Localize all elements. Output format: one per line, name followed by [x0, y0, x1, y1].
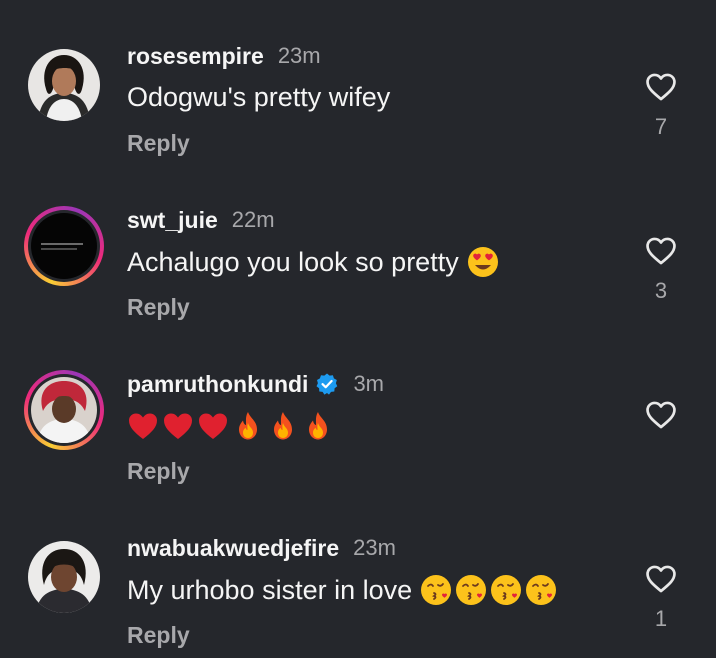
fire-emoji — [239, 412, 257, 440]
comment-text: Achalugo you look so pretty — [127, 246, 502, 278]
reply-button[interactable]: Reply — [127, 130, 190, 157]
fire-emoji — [274, 412, 292, 440]
kissing-heart-emoji — [456, 575, 487, 605]
red-heart-emoji — [199, 413, 227, 439]
verified-badge-icon — [316, 373, 338, 395]
comment-item: swt_juie 22m Achalugo you look so pretty… — [0, 204, 716, 354]
avatar-image — [28, 49, 100, 121]
like-area — [641, 398, 681, 478]
comment-item: pamruthonkundi 3m Reply — [0, 368, 716, 518]
comment-text: My urhobo sister in love — [127, 574, 560, 606]
comment-item: rosesempire 23m Odogwu's pretty wifey Re… — [0, 40, 716, 190]
reply-button[interactable]: Reply — [127, 622, 190, 649]
like-count: 7 — [654, 114, 668, 139]
avatar[interactable] — [24, 206, 104, 286]
avatar[interactable] — [24, 537, 104, 617]
avatar-image — [31, 377, 97, 443]
avatar-image — [28, 541, 100, 613]
heart-eyes-emoji — [467, 247, 498, 277]
avatar[interactable] — [24, 45, 104, 125]
username[interactable]: nwabuakwuedjefire — [127, 535, 339, 562]
comment-header: swt_juie 22m — [127, 204, 275, 236]
comment-item: nwabuakwuedjefire 23m My urhobo sister i… — [0, 532, 716, 658]
username[interactable]: rosesempire — [127, 43, 264, 70]
red-heart-emoji — [164, 413, 192, 439]
comment-text: Odogwu's pretty wifey — [127, 82, 390, 113]
fire-emoji — [309, 412, 327, 440]
comment-header: nwabuakwuedjefire 23m — [127, 532, 396, 564]
comment-list: rosesempire 23m Odogwu's pretty wifey Re… — [0, 0, 716, 658]
like-area: 7 — [641, 70, 681, 150]
like-area: 3 — [641, 234, 681, 314]
like-area: 1 — [641, 562, 681, 642]
avatar[interactable] — [24, 370, 104, 450]
timestamp: 23m — [353, 535, 396, 560]
avatar-image — [31, 213, 97, 279]
username[interactable]: swt_juie — [127, 207, 218, 234]
like-count: 3 — [654, 278, 668, 303]
comment-text-content: Achalugo you look so pretty — [127, 246, 459, 277]
heart-icon[interactable] — [644, 70, 678, 104]
comment-text-content: My urhobo sister in love — [127, 574, 413, 605]
timestamp: 22m — [231, 207, 275, 232]
comment-text-content: Odogwu's pretty wifey — [127, 82, 391, 112]
red-heart-emoji — [129, 413, 157, 439]
timestamp: 3m — [353, 371, 384, 396]
heart-icon[interactable] — [644, 562, 678, 596]
kissing-heart-emoji — [526, 575, 557, 605]
heart-icon[interactable] — [644, 234, 678, 268]
timestamp: 23m — [277, 43, 321, 68]
comment-header: rosesempire 23m — [127, 40, 321, 72]
kissing-heart-emoji — [421, 575, 452, 605]
like-count: 1 — [654, 606, 668, 631]
reply-button[interactable]: Reply — [127, 458, 190, 485]
reply-button[interactable]: Reply — [127, 294, 190, 321]
username[interactable]: pamruthonkundi — [127, 371, 308, 398]
heart-icon[interactable] — [644, 398, 678, 432]
kissing-heart-emoji — [491, 575, 522, 605]
comment-text — [127, 410, 337, 442]
comment-header: pamruthonkundi 3m — [127, 368, 384, 400]
